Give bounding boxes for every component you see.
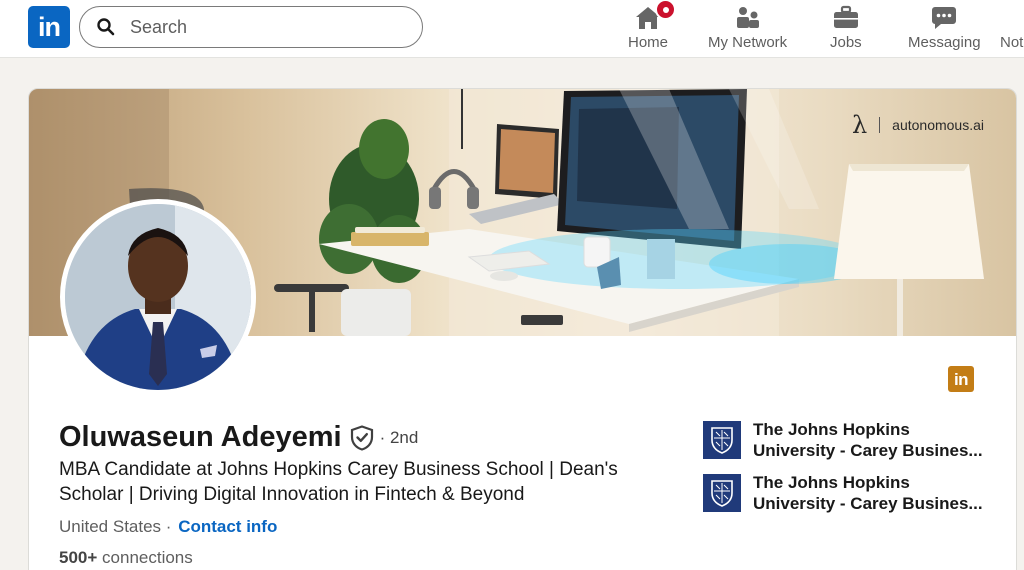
nav-jobs[interactable]: Jobs <box>830 4 862 56</box>
linkedin-premium-badge-icon[interactable]: in <box>948 366 974 392</box>
education-school-name: The Johns Hopkins University - Carey Bus… <box>753 419 993 461</box>
brand-divider <box>879 117 881 133</box>
nav-home[interactable]: Home <box>628 0 676 56</box>
messaging-icon <box>930 4 958 32</box>
connections-number: 500+ <box>59 548 98 567</box>
profile-headline: MBA Candidate at Johns Hopkins Carey Bus… <box>59 459 618 505</box>
location-line: United States · Contact info <box>59 517 277 537</box>
nav-jobs-label: Jobs <box>830 34 862 51</box>
connections-count[interactable]: 500+ connections <box>59 548 193 568</box>
notification-dot <box>655 0 676 20</box>
nav-my-network-label: My Network <box>708 34 788 51</box>
banner-brand-text: autonomous.ai <box>892 117 984 133</box>
contact-info-link[interactable]: Contact info <box>178 517 277 536</box>
education-school-name: The Johns Hopkins University - Carey Bus… <box>753 472 993 514</box>
home-icon <box>634 0 676 32</box>
education-entry[interactable]: The Johns Hopkins University - Carey Bus… <box>703 419 993 461</box>
nav-my-network[interactable]: My Network <box>708 4 787 56</box>
education-line-2: University - Carey Busines... <box>753 441 983 460</box>
jhu-crest-icon <box>703 421 741 459</box>
network-icon <box>734 4 762 32</box>
search-box[interactable] <box>79 6 423 48</box>
nav-messaging-label: Messaging <box>908 34 981 51</box>
education-line-1: The Johns Hopkins <box>753 420 910 439</box>
jhu-crest-icon <box>703 474 741 512</box>
briefcase-icon <box>832 4 860 32</box>
banner-brand: λ autonomous.ai <box>852 111 984 139</box>
education-line-2: University - Carey Busines... <box>753 494 983 513</box>
profile-name-row: Oluwaseun Adeyemi · 2nd <box>59 421 418 454</box>
nav-messaging[interactable]: Messaging <box>908 4 981 56</box>
top-navigation-bar: in Home My Network <box>0 0 1024 58</box>
profile-location: United States · <box>59 517 172 536</box>
linkedin-logo[interactable]: in <box>28 6 70 48</box>
connections-label: connections <box>102 548 193 567</box>
nav-notifications-label: Not <box>1000 34 1024 51</box>
connection-degree: · 2nd <box>379 427 419 447</box>
search-input[interactable] <box>130 16 390 38</box>
education-line-1: The Johns Hopkins <box>753 473 910 492</box>
lambda-logo-icon: λ <box>851 111 868 139</box>
verified-shield-icon[interactable] <box>350 424 374 451</box>
profile-card: λ autonomous.ai in Oluwaseun Adeyemi · 2… <box>28 88 1017 570</box>
nav-notifications[interactable]: Not <box>1000 4 1023 56</box>
profile-name: Oluwaseun Adeyemi <box>59 421 342 453</box>
education-entry[interactable]: The Johns Hopkins University - Carey Bus… <box>703 472 993 514</box>
nav-home-label: Home <box>628 34 669 51</box>
search-icon <box>97 18 115 36</box>
profile-photo <box>65 204 251 390</box>
avatar[interactable] <box>60 199 256 395</box>
